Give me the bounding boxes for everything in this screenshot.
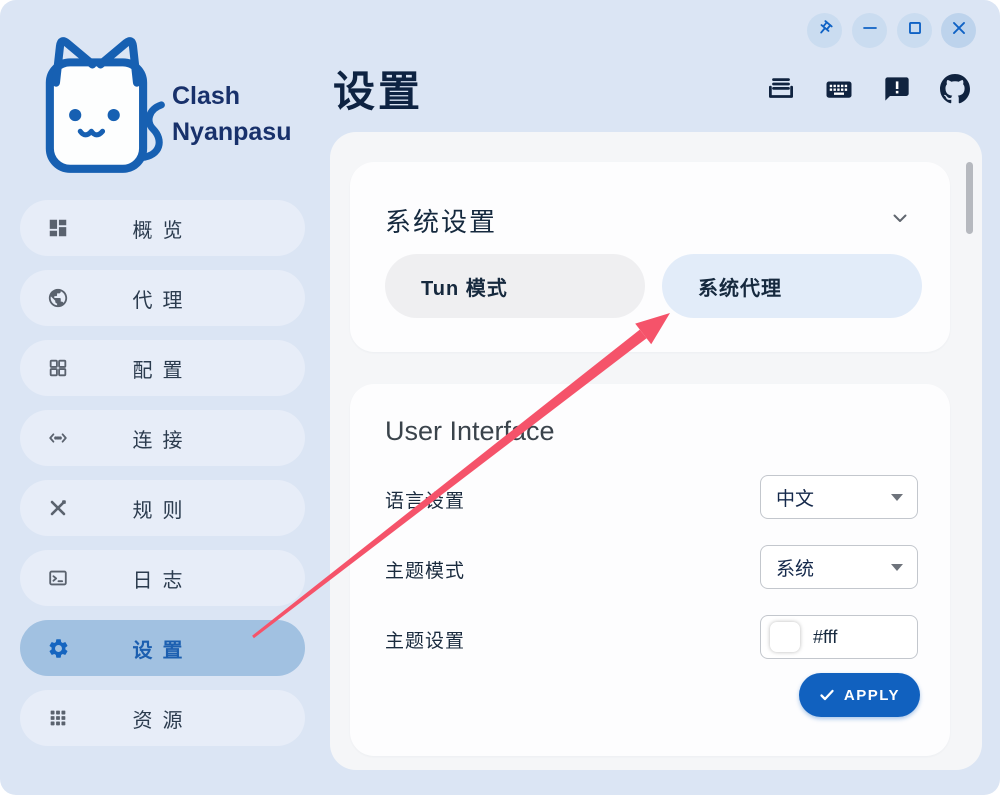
language-setting-label: 语言设置 — [385, 486, 465, 513]
system-settings-card: 系统设置 Tun 模式 系统代理 — [350, 162, 950, 352]
header-actions — [766, 74, 970, 104]
caret-down-icon — [891, 564, 903, 571]
system-settings-title: 系统设置 — [385, 202, 497, 239]
language-select-value: 中文 — [776, 484, 814, 511]
chevron-down-icon[interactable] — [888, 206, 912, 235]
sidebar-item-connections[interactable]: 连接 — [20, 410, 305, 466]
apply-button[interactable]: APPLY — [799, 673, 920, 717]
apps-grid-icon — [46, 706, 70, 730]
keyboard-icon[interactable] — [824, 74, 854, 104]
brand-name: Clash Nyanpasu — [172, 78, 291, 150]
dashboard-icon — [46, 216, 70, 240]
globe-icon — [46, 286, 70, 310]
app-window: Clash Nyanpasu 概览 代理 配置 连接 — [0, 0, 1000, 795]
page-title: 设置 — [333, 58, 423, 119]
close-icon — [948, 17, 970, 44]
pin-icon — [814, 17, 836, 44]
theme-color-value: #fff — [813, 627, 837, 648]
user-interface-title: User Interface — [385, 416, 555, 447]
theme-mode-select[interactable]: 系统 — [760, 545, 918, 589]
brand-line2: Nyanpasu — [172, 114, 291, 150]
language-select[interactable]: 中文 — [760, 475, 918, 519]
brand-line1: Clash — [172, 78, 291, 114]
github-icon[interactable] — [940, 74, 970, 104]
maximize-button[interactable] — [897, 13, 932, 48]
tray-lines-icon[interactable] — [766, 74, 796, 104]
sidebar-item-overview[interactable]: 概览 — [20, 200, 305, 256]
sidebar-item-resources[interactable]: 资源 — [20, 690, 305, 746]
settings-panel: 系统设置 Tun 模式 系统代理 User Interface 语言设置 中文 … — [330, 132, 982, 770]
sidebar-item-rules[interactable]: 规则 — [20, 480, 305, 536]
theme-mode-value: 系统 — [776, 554, 814, 581]
system-proxy-button[interactable]: 系统代理 — [662, 254, 922, 318]
apply-label: APPLY — [844, 687, 900, 704]
sidebar-item-proxies[interactable]: 代理 — [20, 270, 305, 326]
sidebar-item-settings[interactable]: 设置 — [20, 620, 305, 676]
check-icon — [819, 687, 835, 703]
theme-mode-label: 主题模式 — [385, 556, 465, 583]
sidebar-item-profiles[interactable]: 配置 — [20, 340, 305, 396]
user-interface-card: User Interface 语言设置 中文 主题模式 系统 主题设置 #fff — [350, 384, 950, 756]
crossed-tools-icon — [46, 496, 70, 520]
pin-button[interactable] — [807, 13, 842, 48]
terminal-icon — [46, 566, 70, 590]
grid-icon — [46, 356, 70, 380]
theme-color-input[interactable]: #fff — [760, 615, 918, 659]
sidebar-item-logs[interactable]: 日志 — [20, 550, 305, 606]
scrollbar-thumb[interactable] — [966, 162, 973, 234]
minimize-icon — [859, 17, 881, 44]
maximize-icon — [904, 17, 926, 44]
close-button[interactable] — [941, 13, 976, 48]
ethernet-icon — [46, 426, 70, 450]
tun-mode-label: Tun 模式 — [421, 272, 508, 301]
theme-setting-label: 主题设置 — [385, 626, 465, 653]
caret-down-icon — [891, 494, 903, 501]
system-proxy-label: 系统代理 — [698, 272, 782, 301]
cat-logo — [26, 34, 171, 189]
color-swatch[interactable] — [770, 622, 800, 652]
minimize-button[interactable] — [852, 13, 887, 48]
feedback-icon[interactable] — [882, 74, 912, 104]
gear-icon — [46, 636, 70, 660]
tun-mode-button[interactable]: Tun 模式 — [385, 254, 645, 318]
